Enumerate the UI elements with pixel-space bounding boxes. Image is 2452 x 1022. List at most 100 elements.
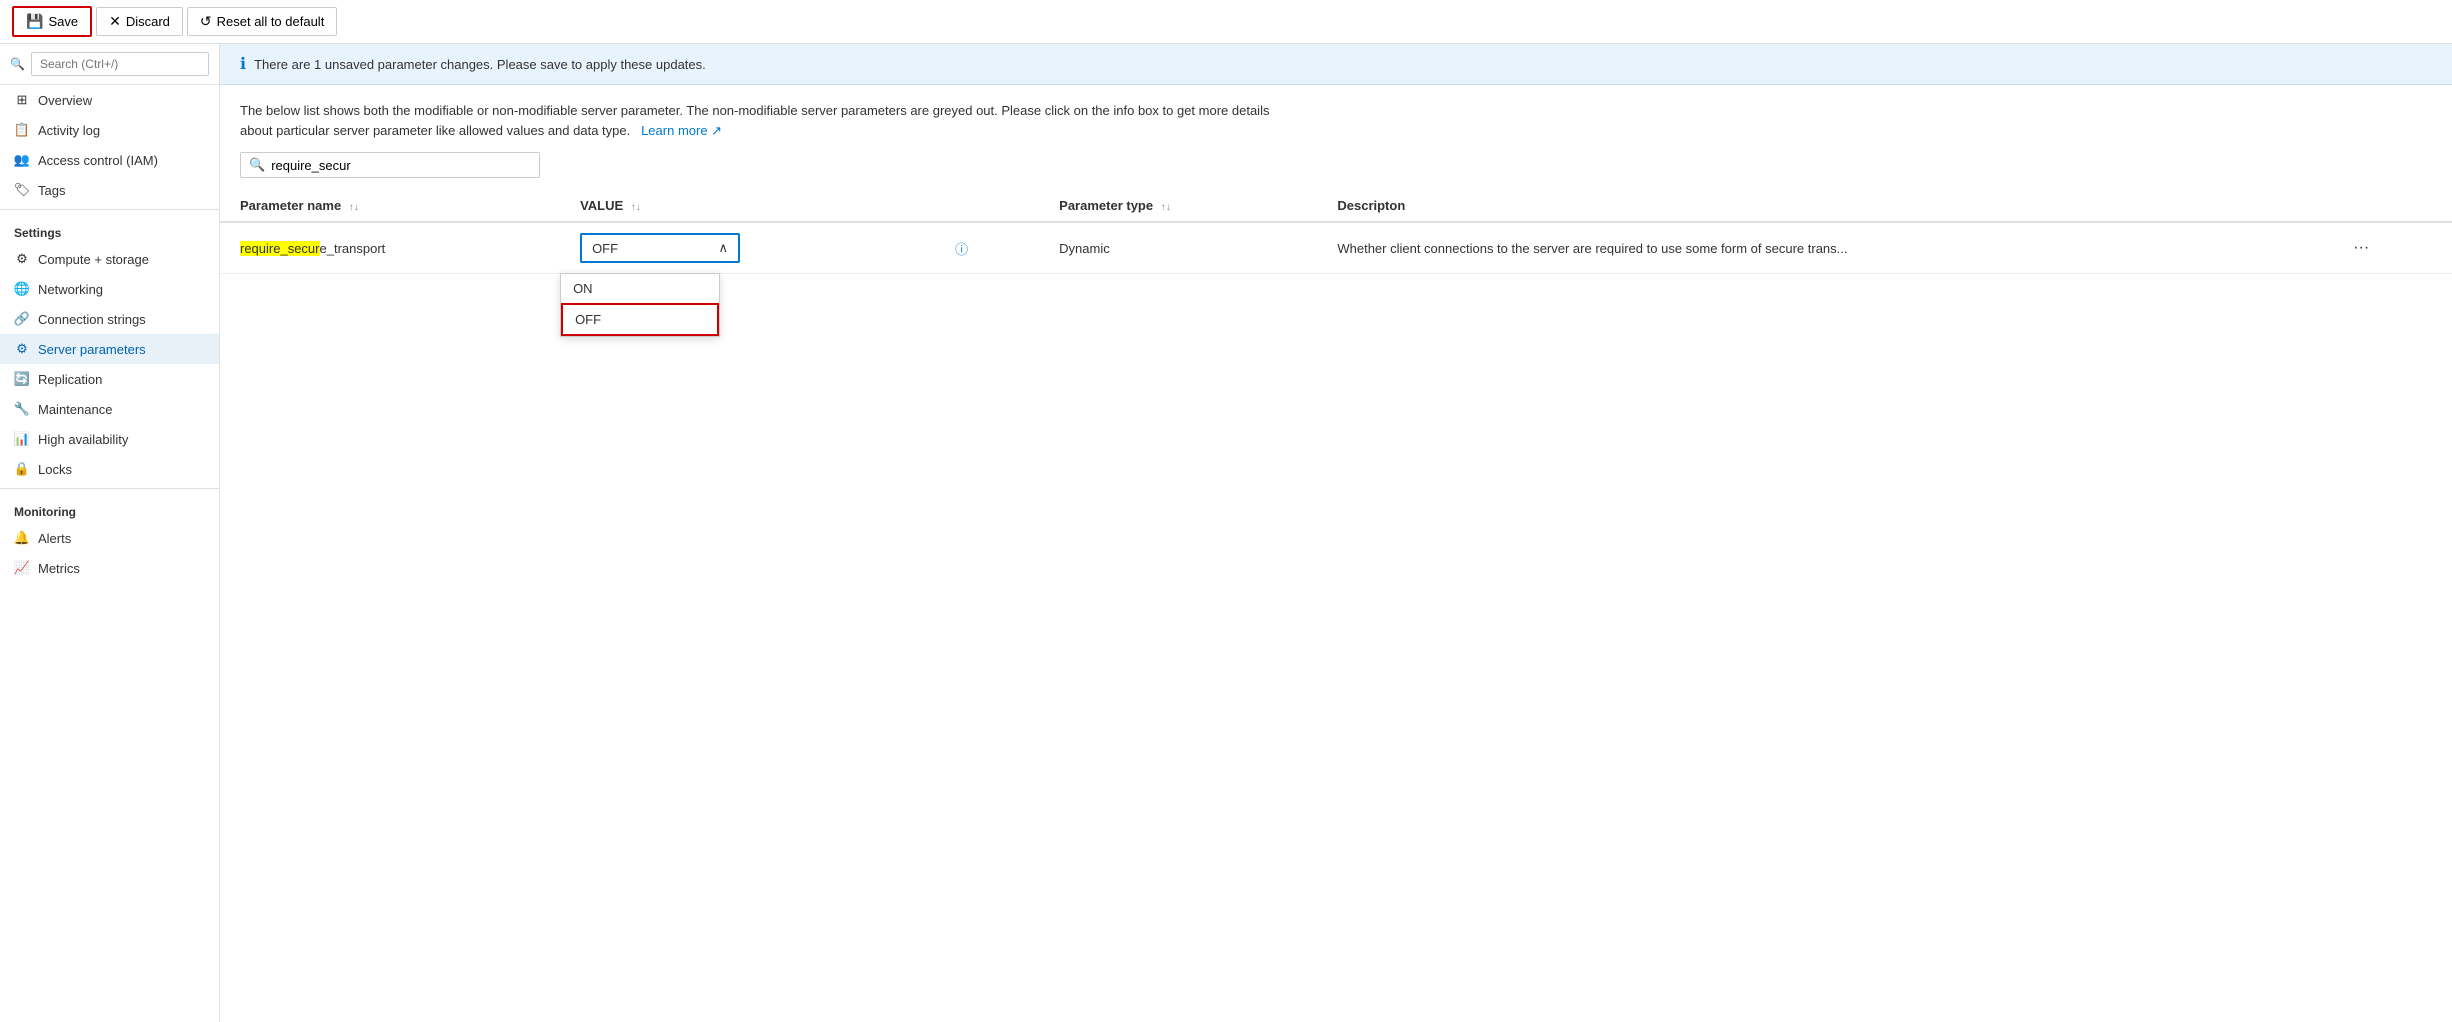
- reset-icon: ↺: [200, 13, 212, 30]
- col-empty: [927, 190, 1039, 222]
- sidebar-item-replication-label: Replication: [38, 372, 102, 387]
- col-param-type[interactable]: Parameter type ↑↓: [1039, 190, 1317, 222]
- info-banner: ℹ There are 1 unsaved parameter changes.…: [220, 44, 2452, 85]
- sidebar-item-access-control[interactable]: 👥 Access control (IAM): [0, 145, 219, 175]
- sidebar-item-tags-label: Tags: [38, 183, 65, 198]
- search-box: 🔍: [0, 44, 219, 85]
- sidebar-item-high-availability-label: High availability: [38, 432, 128, 447]
- sidebar-item-locks-label: Locks: [38, 462, 72, 477]
- reset-label: Reset all to default: [217, 14, 325, 29]
- tag-icon: 🏷: [14, 182, 30, 198]
- description-main: The below list shows both the modifiable…: [240, 103, 1269, 138]
- info-cell: ⓘ: [927, 222, 1039, 274]
- sidebar-item-maintenance-label: Maintenance: [38, 402, 112, 417]
- list-icon: 📋: [14, 122, 30, 138]
- save-icon: 💾: [26, 13, 43, 30]
- sidebar-item-tags[interactable]: 🏷 Tags: [0, 175, 219, 205]
- settings-header: Settings: [0, 214, 219, 244]
- col-description: Descripton: [1317, 190, 2327, 222]
- metrics-icon: 📈: [14, 560, 30, 576]
- monitoring-header: Monitoring: [0, 493, 219, 523]
- dropdown-option-on[interactable]: ON: [561, 274, 719, 303]
- settings-icon: ⚙: [14, 341, 30, 357]
- chevron-up-icon: ∧: [719, 240, 729, 256]
- description-cell: Whether client connections to the server…: [1317, 222, 2327, 274]
- discard-button[interactable]: ✕ Discard: [96, 7, 183, 36]
- param-type-cell: Dynamic: [1039, 222, 1317, 274]
- info-circle-icon[interactable]: ⓘ: [955, 239, 968, 258]
- maintenance-icon: 🔧: [14, 401, 30, 417]
- description-text: The below list shows both the modifiable…: [220, 85, 1320, 152]
- learn-more-label: Learn more: [641, 123, 707, 138]
- param-type-value: Dynamic: [1059, 241, 1110, 256]
- sidebar-item-locks[interactable]: 🔒 Locks: [0, 454, 219, 484]
- filter-input[interactable]: [271, 158, 531, 173]
- sidebar-item-access-control-label: Access control (IAM): [38, 153, 158, 168]
- param-name-rest: e_transport: [320, 241, 386, 256]
- network-icon: 🌐: [14, 281, 30, 297]
- sidebar-item-networking[interactable]: 🌐 Networking: [0, 274, 219, 304]
- search-input[interactable]: [31, 52, 209, 76]
- filter-input-wrap: 🔍: [240, 152, 540, 178]
- search-icon: 🔍: [10, 57, 25, 71]
- sidebar-item-activity-log-label: Activity log: [38, 123, 100, 138]
- description-value: Whether client connections to the server…: [1337, 241, 1847, 256]
- sidebar-item-compute-storage[interactable]: ⚙ Compute + storage: [0, 244, 219, 274]
- compute-icon: ⚙: [14, 251, 30, 267]
- table-row: require_secure_transport OFF ∧ ON OFF: [220, 222, 2452, 274]
- sort-param-type-icon: ↑↓: [1161, 202, 1171, 213]
- param-name-highlight: require_secur: [240, 241, 320, 256]
- filter-search-icon: 🔍: [249, 157, 265, 173]
- alert-icon: 🔔: [14, 530, 30, 546]
- value-dropdown[interactable]: OFF ∧: [580, 233, 740, 263]
- save-label: Save: [48, 14, 78, 29]
- sidebar-item-activity-log[interactable]: 📋 Activity log: [0, 115, 219, 145]
- sidebar-item-networking-label: Networking: [38, 282, 103, 297]
- actions-cell: ···: [2327, 222, 2452, 274]
- sidebar-item-replication[interactable]: 🔄 Replication: [0, 364, 219, 394]
- discard-icon: ✕: [109, 13, 121, 30]
- sidebar: 🔍 ⊞ Overview 📋 Activity log 👥 Access con…: [0, 44, 220, 1022]
- content-area: ℹ There are 1 unsaved parameter changes.…: [220, 44, 2452, 1022]
- sidebar-item-compute-storage-label: Compute + storage: [38, 252, 149, 267]
- lock-icon: 🔒: [14, 461, 30, 477]
- dropdown-current-value: OFF: [592, 241, 618, 256]
- save-button[interactable]: 💾 Save: [12, 6, 92, 37]
- filter-bar: 🔍: [220, 152, 2452, 190]
- sidebar-item-alerts-label: Alerts: [38, 531, 71, 546]
- sidebar-item-connection-strings-label: Connection strings: [38, 312, 146, 327]
- learn-more-link[interactable]: Learn more ↗: [637, 123, 722, 138]
- sidebar-item-maintenance[interactable]: 🔧 Maintenance: [0, 394, 219, 424]
- sidebar-item-server-parameters[interactable]: ⚙ Server parameters: [0, 334, 219, 364]
- discard-label: Discard: [126, 14, 170, 29]
- sidebar-item-server-parameters-label: Server parameters: [38, 342, 146, 357]
- sidebar-item-connection-strings[interactable]: 🔗 Connection strings: [0, 304, 219, 334]
- toolbar: 💾 Save ✕ Discard ↺ Reset all to default: [0, 0, 2452, 44]
- col-param-name[interactable]: Parameter name ↑↓: [220, 190, 560, 222]
- grid-icon: ⊞: [14, 92, 30, 108]
- reset-button[interactable]: ↺ Reset all to default: [187, 7, 337, 36]
- high-avail-icon: 📊: [14, 431, 30, 447]
- value-cell: OFF ∧ ON OFF: [560, 222, 927, 274]
- replication-icon: 🔄: [14, 371, 30, 387]
- info-banner-text: There are 1 unsaved parameter changes. P…: [254, 57, 706, 72]
- sidebar-item-alerts[interactable]: 🔔 Alerts: [0, 523, 219, 553]
- params-table: Parameter name ↑↓ VALUE ↑↓ Parameter typ…: [220, 190, 2452, 274]
- col-actions: [2327, 190, 2452, 222]
- sidebar-item-overview-label: Overview: [38, 93, 92, 108]
- sidebar-item-high-availability[interactable]: 📊 High availability: [0, 424, 219, 454]
- sidebar-item-metrics[interactable]: 📈 Metrics: [0, 553, 219, 583]
- dropdown-menu: ON OFF: [560, 273, 720, 337]
- sidebar-item-metrics-label: Metrics: [38, 561, 80, 576]
- row-actions-button[interactable]: ···: [2347, 239, 2375, 257]
- link-icon: 🔗: [14, 311, 30, 327]
- sort-value-icon: ↑↓: [631, 202, 641, 213]
- param-name-text: require_secure_transport: [240, 241, 385, 256]
- info-icon: ℹ: [240, 54, 246, 74]
- dropdown-option-off[interactable]: OFF: [561, 303, 719, 336]
- sidebar-item-overview[interactable]: ⊞ Overview: [0, 85, 219, 115]
- param-name-cell: require_secure_transport: [220, 222, 560, 274]
- col-value[interactable]: VALUE ↑↓: [560, 190, 927, 222]
- main-layout: 🔍 ⊞ Overview 📋 Activity log 👥 Access con…: [0, 44, 2452, 1022]
- sort-param-name-icon: ↑↓: [349, 202, 359, 213]
